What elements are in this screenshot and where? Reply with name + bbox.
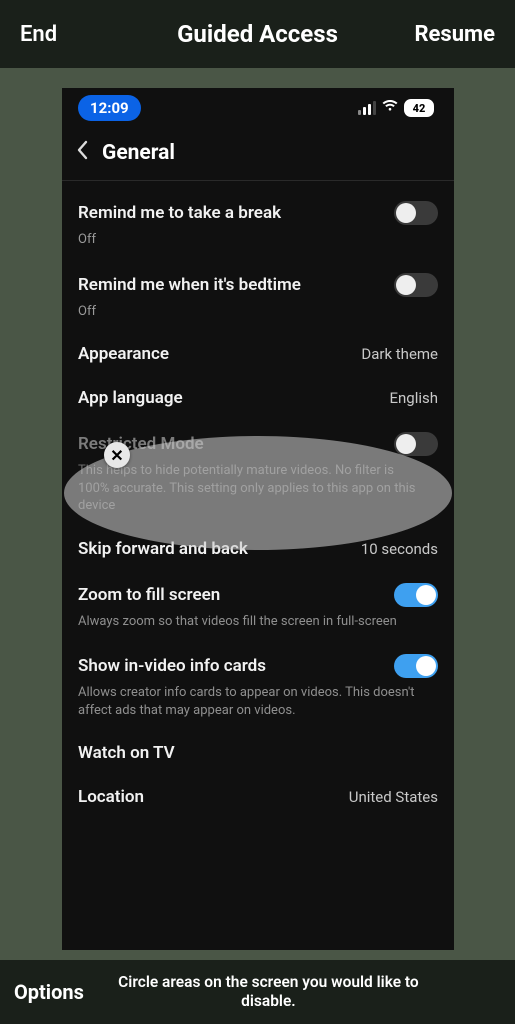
guided-access-top-bar: End Guided Access Resume [0, 0, 515, 68]
toggle-take-a-break[interactable] [394, 201, 438, 225]
row-app-language[interactable]: App language English [78, 374, 438, 418]
row-label: Skip forward and back [78, 539, 248, 559]
row-info-cards[interactable]: Show in-video info cards Allows creator … [78, 640, 438, 729]
toggle-zoom[interactable] [394, 583, 438, 607]
settings-list: Remind me to take a break Off Remind me … [62, 181, 454, 817]
row-take-a-break[interactable]: Remind me to take a break Off [78, 187, 438, 259]
row-appearance[interactable]: Appearance Dark theme [78, 330, 438, 374]
row-label: Show in-video info cards [78, 656, 266, 676]
row-desc: Allows creator info cards to appear on v… [78, 684, 418, 719]
row-label: Appearance [78, 344, 169, 364]
battery-indicator: 42 [404, 99, 434, 117]
wifi-icon [382, 100, 398, 116]
row-value: Dark theme [361, 345, 438, 363]
row-value: United States [349, 788, 438, 806]
row-label: Location [78, 787, 144, 807]
row-sub: Off [78, 231, 438, 249]
guided-access-hint: Circle areas on the screen you would lik… [96, 973, 501, 1012]
guided-access-bottom-bar: Options Circle areas on the screen you w… [0, 960, 515, 1024]
status-time: 12:09 [78, 95, 141, 121]
row-desc: This helps to hide potentially mature vi… [78, 462, 418, 515]
row-restricted-mode[interactable]: Restricted Mode This helps to hide poten… [78, 418, 438, 525]
toggle-info-cards[interactable] [394, 654, 438, 678]
row-skip[interactable]: Skip forward and back 10 seconds [78, 525, 438, 569]
row-label: Watch on TV [78, 743, 175, 763]
row-label: Restricted Mode [78, 434, 204, 454]
row-watch-on-tv[interactable]: Watch on TV [78, 729, 438, 773]
page-title: General [102, 141, 175, 165]
toggle-restricted-mode[interactable] [394, 432, 438, 456]
row-value: English [389, 389, 438, 407]
phone-frame: 12:09 42 General Remind me to take a bre… [62, 88, 454, 950]
guided-access-title: Guided Access [177, 20, 338, 48]
back-button[interactable] [76, 140, 88, 166]
options-button[interactable]: Options [14, 980, 84, 1004]
nav-bar: General [62, 128, 454, 181]
row-zoom[interactable]: Zoom to fill screen Always zoom so that … [78, 569, 438, 641]
row-desc: Always zoom so that videos fill the scre… [78, 613, 418, 631]
cellular-signal-icon [358, 101, 376, 115]
resume-button[interactable]: Resume [414, 22, 495, 47]
row-sub: Off [78, 303, 438, 321]
mask-remove-button[interactable]: ✕ [104, 442, 130, 468]
row-bedtime[interactable]: Remind me when it's bedtime Off [78, 259, 438, 331]
status-icons: 42 [358, 99, 434, 117]
row-label: Remind me when it's bedtime [78, 275, 301, 295]
end-button[interactable]: End [20, 22, 57, 47]
status-bar: 12:09 42 [62, 88, 454, 128]
row-label: App language [78, 388, 183, 408]
row-label: Zoom to fill screen [78, 585, 220, 605]
close-icon: ✕ [110, 446, 123, 465]
row-location[interactable]: Location United States [78, 773, 438, 817]
row-label: Remind me to take a break [78, 203, 281, 223]
row-value: 10 seconds [361, 540, 438, 558]
toggle-bedtime[interactable] [394, 273, 438, 297]
